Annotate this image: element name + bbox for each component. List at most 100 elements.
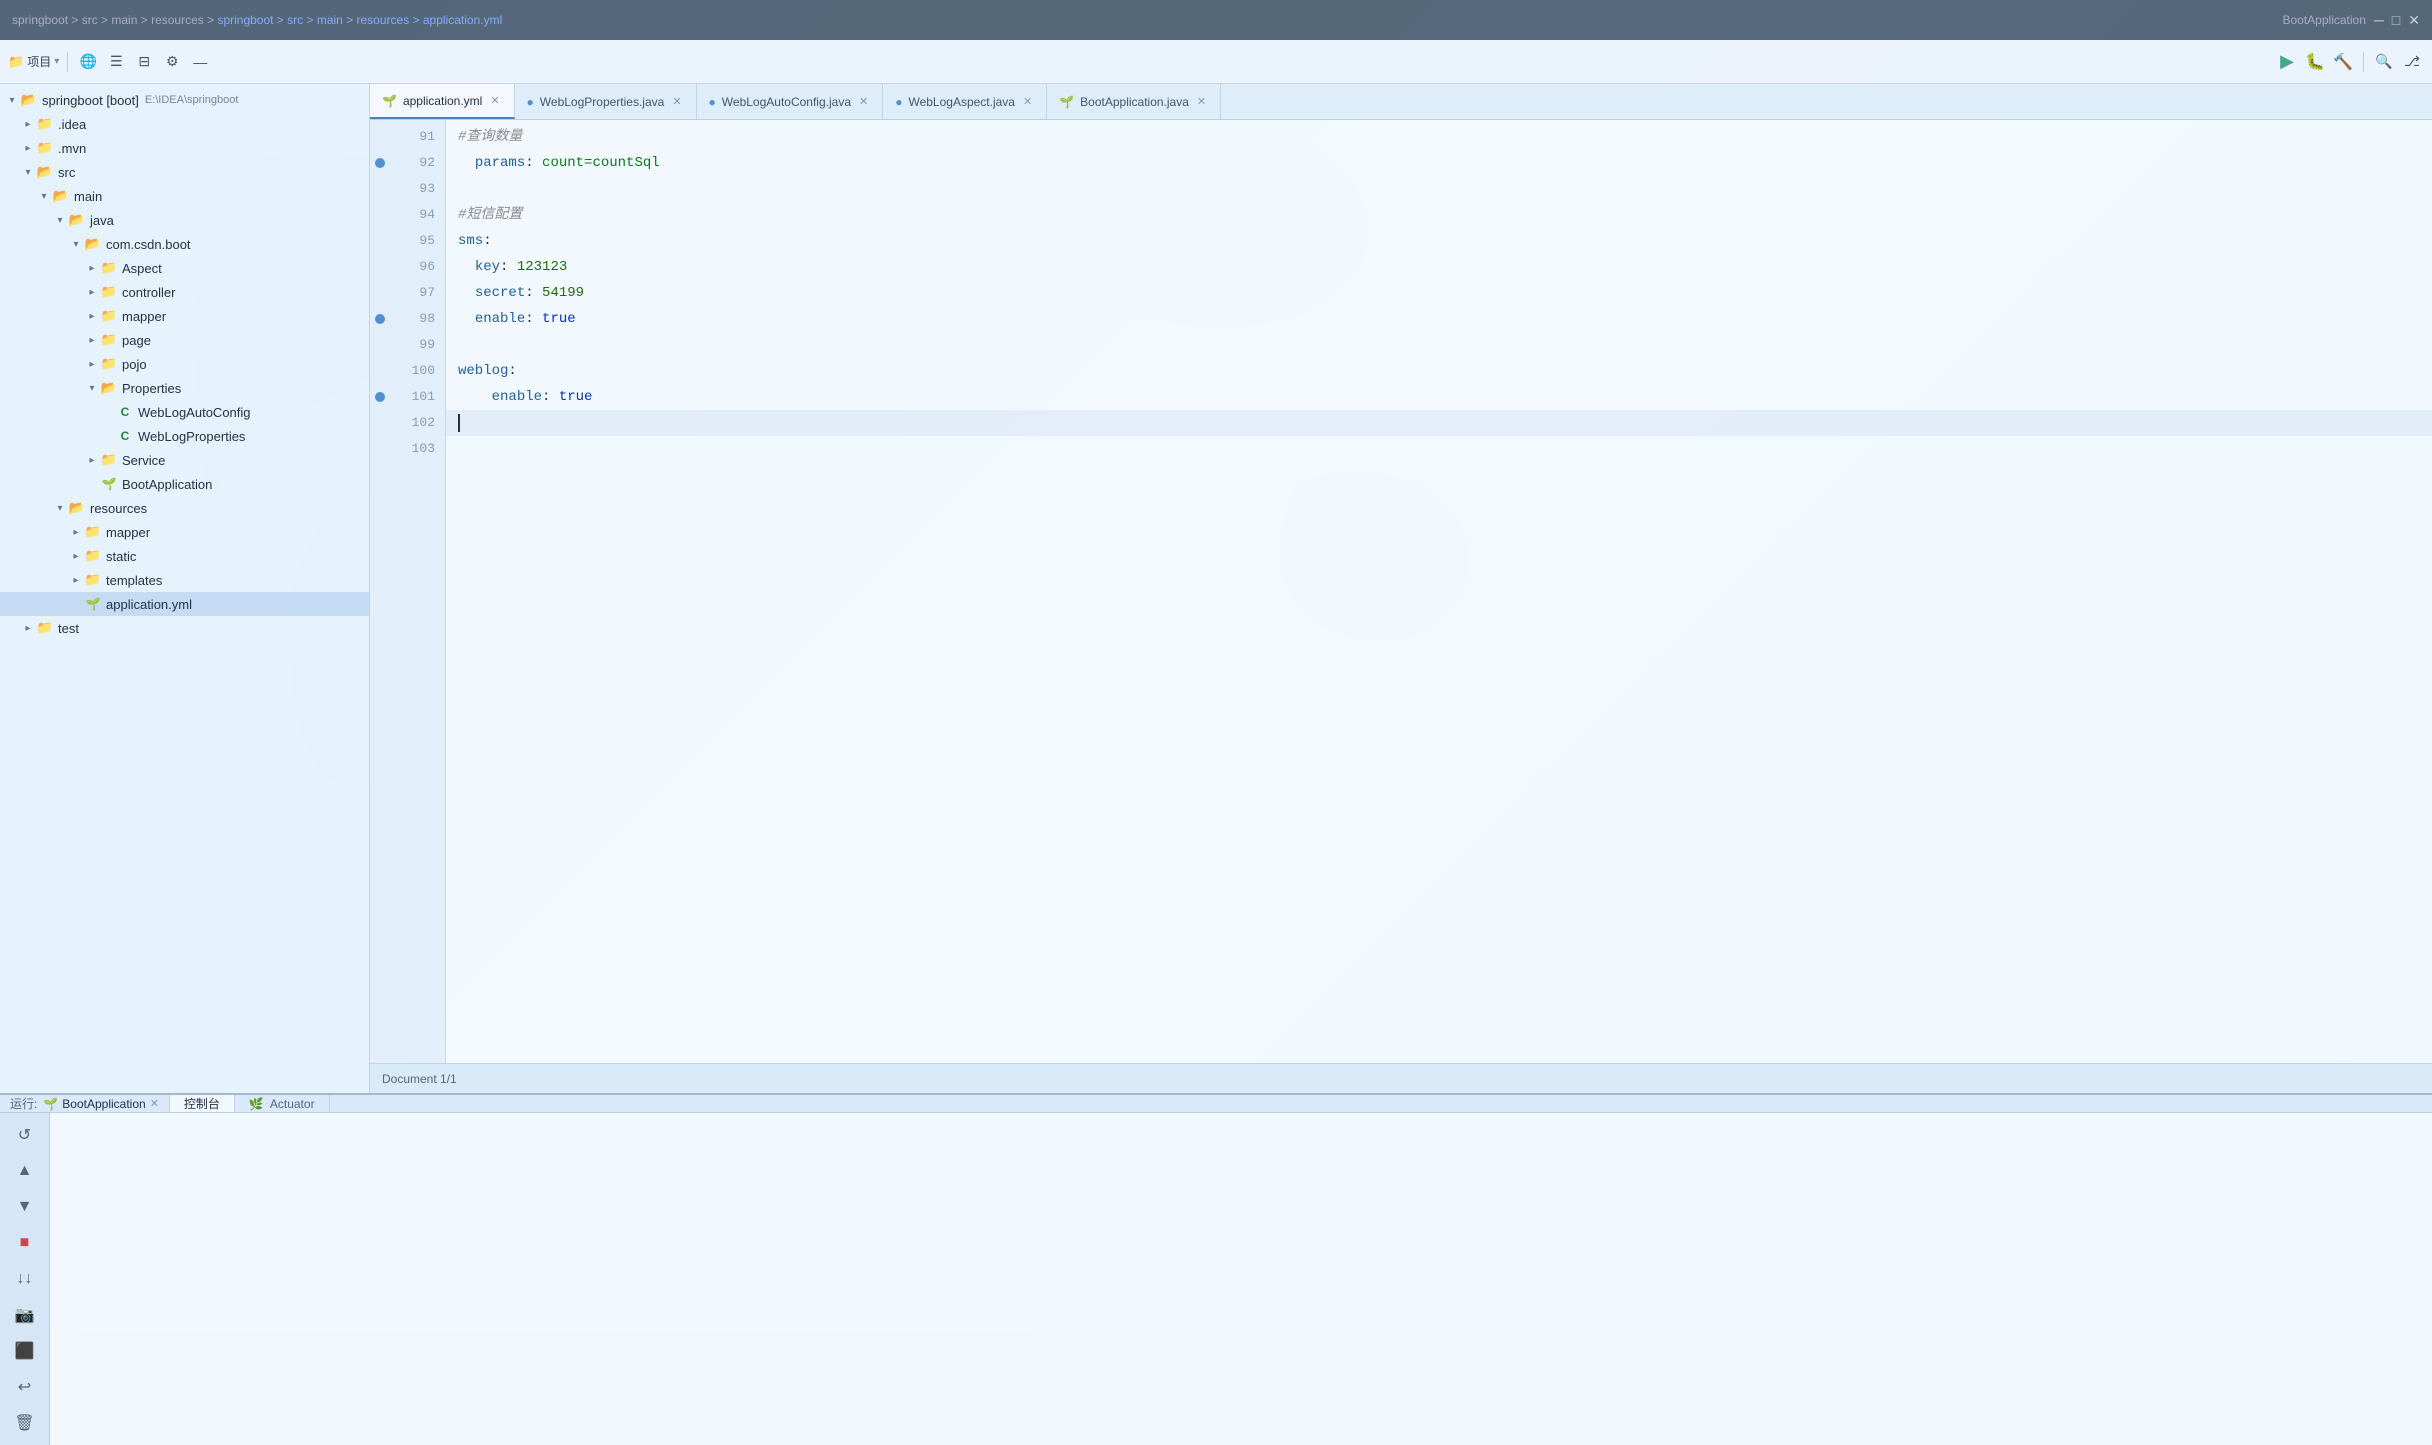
tree-idea[interactable]: .idea xyxy=(0,112,369,136)
tree-mapper[interactable]: mapper xyxy=(0,304,369,328)
tree-service-icon xyxy=(100,451,118,469)
title-close[interactable]: ✕ xyxy=(2408,12,2420,29)
tree-main[interactable]: main xyxy=(0,184,369,208)
tree-weblog-autoconfig-icon: C xyxy=(116,403,134,421)
tree-templates[interactable]: templates xyxy=(0,568,369,592)
title-minimize[interactable]: ─ xyxy=(2374,12,2384,28)
code-line-99 xyxy=(446,332,2432,358)
tree-test-icon xyxy=(36,619,54,637)
run-app-close[interactable]: ✕ xyxy=(150,1097,159,1110)
bottom-tab-console-label: 控制台 xyxy=(184,1095,220,1112)
run-clear-btn[interactable]: 🗑 xyxy=(9,1407,41,1439)
tree-appyml[interactable]: 🌱 application.yml xyxy=(0,592,369,616)
run-align-btn[interactable]: ⬛ xyxy=(9,1335,41,1367)
tree-src-icon xyxy=(36,163,54,181)
tab-weblog-aspect[interactable]: ● WebLogAspect.java ✕ xyxy=(883,84,1047,119)
tree-mvn[interactable]: .mvn xyxy=(0,136,369,160)
tab-boot-application-close[interactable]: ✕ xyxy=(1195,94,1208,109)
toolbar-globe-icon[interactable]: 🌐 xyxy=(76,50,100,74)
tree-service[interactable]: Service xyxy=(0,448,369,472)
title-maximize[interactable]: □ xyxy=(2392,12,2400,28)
tree-resources[interactable]: resources xyxy=(0,496,369,520)
tree-mapper-res[interactable]: mapper xyxy=(0,520,369,544)
tree-templates-arrow xyxy=(68,572,84,588)
run-stop-btn[interactable]: ■ xyxy=(9,1227,41,1259)
bottom-tab-actuator[interactable]: 🌿 Actuator xyxy=(235,1095,330,1112)
bookmark-101 xyxy=(375,392,385,402)
tab-weblog-autoconfig-close[interactable]: ✕ xyxy=(857,94,870,109)
tree-root[interactable]: springboot [boot] E:\IDEA\springboot xyxy=(0,88,369,112)
code-line-98: enable: true xyxy=(446,306,2432,332)
tab-application-yml-close[interactable]: ✕ xyxy=(488,93,501,108)
code-content[interactable]: #查询数量 params: count=countSql #短信配置 sms: … xyxy=(446,120,2432,1063)
run-scroll-down-btn[interactable]: ▼ xyxy=(9,1191,41,1223)
tree-properties[interactable]: Properties xyxy=(0,376,369,400)
run-app-tab[interactable]: 🌱 BootApplication ✕ xyxy=(43,1097,159,1111)
code-editor: 91 92 93 94 95 96 97 98 99 100 101 102 1… xyxy=(370,120,2432,1063)
status-bar: Document 1/1 xyxy=(370,1063,2432,1093)
tab-application-yml[interactable]: 🌱 application.yml ✕ xyxy=(370,84,515,119)
run-back-btn[interactable]: ↩ xyxy=(9,1371,41,1403)
tree-resources-label: resources xyxy=(90,501,147,516)
tree-bootapplication[interactable]: 🌱 BootApplication xyxy=(0,472,369,496)
line-num-99: 99 xyxy=(390,332,445,358)
tab-weblog-autoconfig[interactable]: ● WebLogAutoConfig.java ✕ xyxy=(697,84,884,119)
tree-src[interactable]: src xyxy=(0,160,369,184)
tree-pojo[interactable]: pojo xyxy=(0,352,369,376)
tree-mapper-label: mapper xyxy=(122,309,166,324)
toolbar-align-icon[interactable]: ☰ xyxy=(104,50,128,74)
tab-boot-application-label: BootApplication.java xyxy=(1080,95,1189,109)
tree-aspect[interactable]: Aspect xyxy=(0,256,369,280)
project-selector[interactable]: 📁 项目 ▾ xyxy=(8,53,59,70)
tab-weblog-aspect-close[interactable]: ✕ xyxy=(1021,94,1034,109)
tree-idea-icon xyxy=(36,115,54,133)
tree-main-icon xyxy=(52,187,70,205)
tree-com-csdn-boot[interactable]: com.csdn.boot xyxy=(0,232,369,256)
tree-aspect-icon xyxy=(100,259,118,277)
console-output xyxy=(50,1113,2432,1445)
tree-properties-label: Properties xyxy=(122,381,181,396)
bottom-tab-console[interactable]: 控制台 xyxy=(170,1095,235,1112)
toolbar-settings-icon[interactable]: ⚙ xyxy=(160,50,184,74)
toolbar-run-icon[interactable]: ▶ xyxy=(2275,50,2299,74)
toolbar-minimize-icon[interactable]: — xyxy=(188,50,212,74)
tab-weblog-autoconfig-label: WebLogAutoConfig.java xyxy=(722,95,851,109)
tree-templates-label: templates xyxy=(106,573,162,588)
toolbar-search-icon[interactable]: 🔍 xyxy=(2372,50,2396,74)
code-line-103 xyxy=(446,436,2432,462)
tree-static[interactable]: static xyxy=(0,544,369,568)
tree-test[interactable]: test xyxy=(0,616,369,640)
code-key-params: params xyxy=(475,150,525,176)
tree-page[interactable]: page xyxy=(0,328,369,352)
title-bar-path: springboot > src > main > resources > sp… xyxy=(12,13,502,27)
toolbar-debug-icon[interactable]: 🐛 xyxy=(2303,50,2327,74)
toolbar-build-icon[interactable]: 🔨 xyxy=(2331,50,2355,74)
tab-weblog-properties[interactable]: ● WebLogProperties.java ✕ xyxy=(515,84,697,119)
toolbar-split-icon[interactable]: ⊟ xyxy=(132,50,156,74)
tab-weblog-properties-icon: ● xyxy=(527,95,534,109)
tab-boot-application[interactable]: 🌱 BootApplication.java ✕ xyxy=(1047,84,1221,119)
run-label: 运行: xyxy=(10,1095,37,1112)
tree-weblog-properties[interactable]: C WebLogProperties xyxy=(0,424,369,448)
run-camera-btn[interactable]: 📷 xyxy=(9,1299,41,1331)
editor-cursor xyxy=(458,414,460,432)
code-line-92: params: count=countSql xyxy=(446,150,2432,176)
toolbar-git-icon[interactable]: ⎇ xyxy=(2400,50,2424,74)
tree-main-arrow xyxy=(36,188,52,204)
tab-weblog-properties-close[interactable]: ✕ xyxy=(670,94,683,109)
code-val-enable-weblog: true xyxy=(559,384,593,410)
line-num-96: 96 xyxy=(390,254,445,280)
tree-controller[interactable]: controller xyxy=(0,280,369,304)
run-resume-btn[interactable]: ↓↓ xyxy=(9,1263,41,1295)
code-line-97: secret: 54199 xyxy=(446,280,2432,306)
run-restart-btn[interactable]: ↺ xyxy=(9,1119,41,1151)
tree-weblog-autoconfig[interactable]: C WebLogAutoConfig xyxy=(0,400,369,424)
line-num-102: 102 xyxy=(390,410,445,436)
tree-java-label: java xyxy=(90,213,114,228)
code-line-96: key: 123123 xyxy=(446,254,2432,280)
tree-mapper-res-label: mapper xyxy=(106,525,150,540)
code-line-95: sms: xyxy=(446,228,2432,254)
run-scroll-up-btn[interactable]: ▲ xyxy=(9,1155,41,1187)
bottom-panel-spacer xyxy=(330,1095,2432,1112)
tree-java[interactable]: java xyxy=(0,208,369,232)
